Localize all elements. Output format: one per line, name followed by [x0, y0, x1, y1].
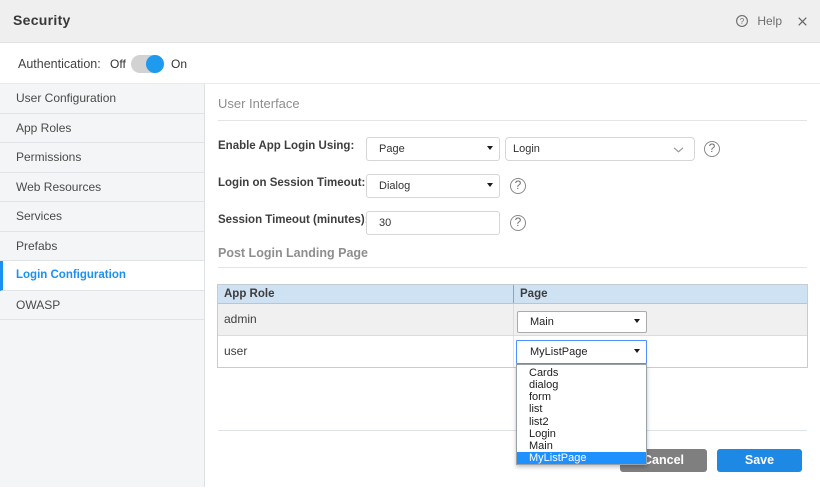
svg-text:?: ? — [740, 17, 745, 26]
